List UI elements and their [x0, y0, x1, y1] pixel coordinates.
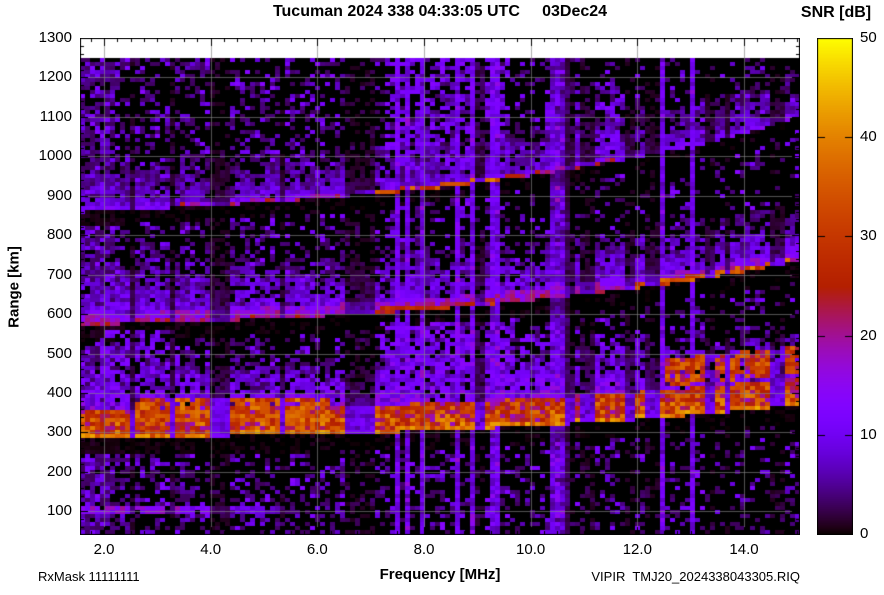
y-tick-label: 200	[46, 462, 72, 480]
x-tick-label: 2.0	[93, 541, 115, 558]
page-title: Tucuman 2024 338 04:33:05 UTC 03Dec24	[272, 3, 608, 20]
colorbar-tick-label: 0	[860, 525, 869, 542]
colorbar-tick-label: 50	[860, 29, 877, 46]
y-tick-label: 400	[46, 384, 72, 401]
x-tick-label: 8.0	[413, 541, 435, 558]
x-tick-label: 6.0	[306, 541, 328, 558]
colorbar-tick-label: 40	[860, 128, 877, 146]
y-tick-label: 1200	[38, 68, 72, 86]
ionogram-page: Tucuman 2024 338 04:33:05 UTC 03Dec24 SN…	[0, 0, 884, 595]
colorbar-tick-label: 30	[860, 227, 877, 245]
x-tick-label: 14.0	[729, 541, 759, 558]
x-tick-label: 12.0	[622, 541, 652, 558]
snr-colorbar-canvas	[817, 38, 853, 535]
y-tick-label: 1000	[38, 147, 72, 165]
y-tick-label: 1300	[38, 29, 72, 46]
y-tick-label: 1100	[39, 107, 72, 125]
y-axis-label: Range [km]	[5, 246, 23, 328]
x-tick-label: 10.0	[516, 541, 546, 558]
y-tick-label: 500	[46, 344, 72, 362]
y-tick-label: 700	[46, 265, 72, 283]
colorbar-tick-label: 10	[860, 425, 877, 443]
y-tick-label: 100	[46, 502, 72, 520]
y-tick-label: 600	[46, 305, 72, 323]
y-tick-label: 900	[46, 186, 72, 204]
colorbar-title: SNR [dB]	[800, 4, 872, 21]
y-tick-label: 300	[46, 423, 72, 441]
colorbar-tick-label: 20	[860, 326, 877, 344]
rxmask-text: RxMask 11111111	[38, 569, 140, 584]
ionogram-heatmap-canvas	[80, 38, 800, 535]
x-tick-label: 4.0	[200, 541, 222, 558]
y-tick-label: 800	[46, 226, 72, 244]
filename-text: VIPIR TMJ20_2024338043305.RIQ	[591, 569, 800, 584]
